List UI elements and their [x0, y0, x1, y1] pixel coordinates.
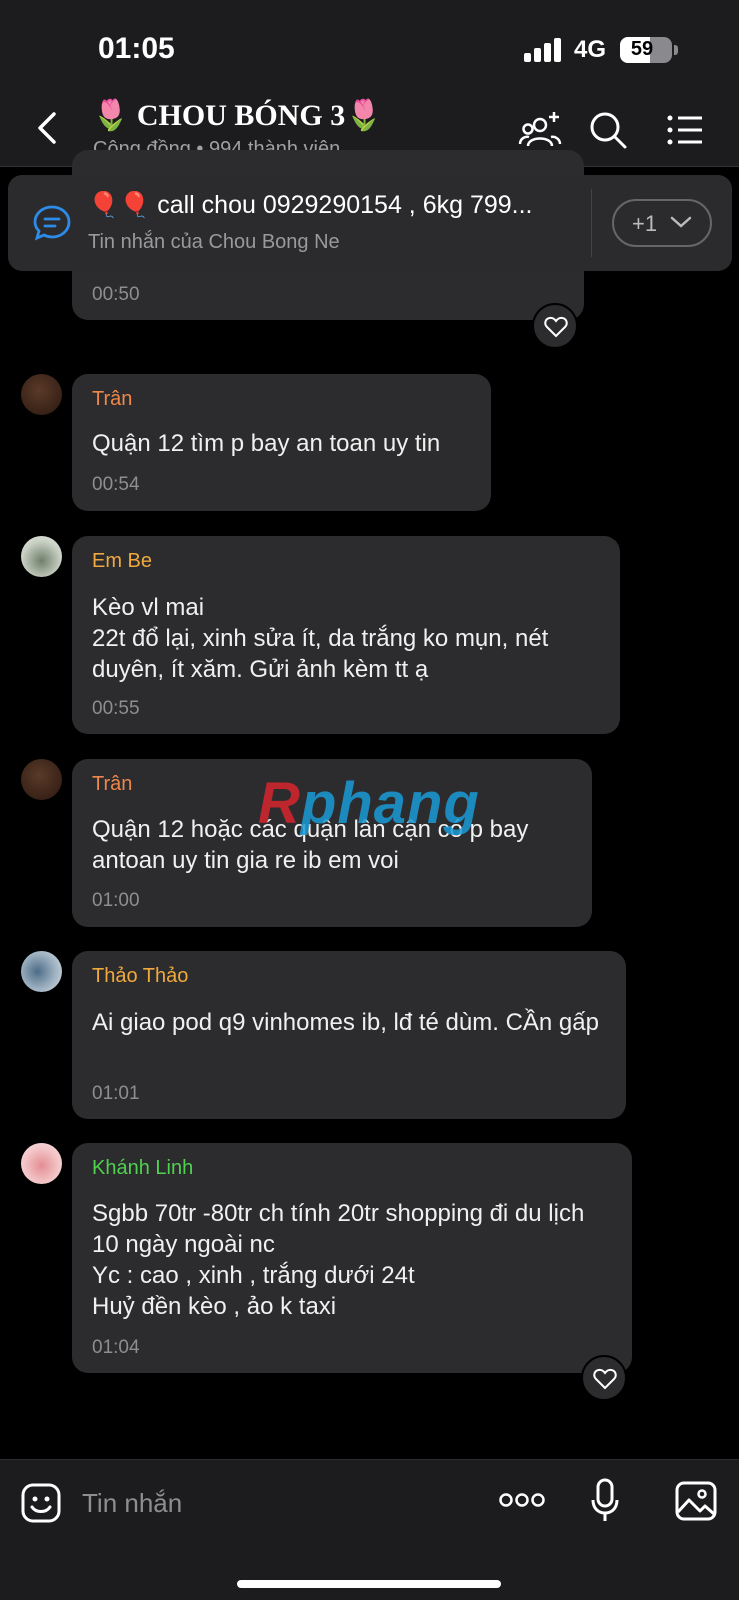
avatar[interactable]: [21, 951, 62, 992]
message-bubble[interactable]: Thảo Thảo Ai giao pod q9 vinhomes ib, lđ…: [72, 951, 626, 1119]
sender-name[interactable]: Khánh Linh: [92, 1157, 193, 1180]
pinned-author: Tin nhắn của Chou Bong Ne: [88, 231, 340, 253]
message-time: 01:04: [92, 1337, 140, 1358]
status-time: 01:05: [98, 32, 175, 65]
battery-level: 59: [630, 38, 654, 60]
message-text: Ai giao pod q9 vinhomes ib, lđ té dùm. C…: [92, 1009, 599, 1036]
message-time: 00:54: [92, 474, 140, 495]
watermark-logo: Rphang: [258, 771, 480, 836]
sender-name[interactable]: Thảo Thảo: [92, 965, 188, 988]
pinned-text: 🎈🎈 call chou 0929290154 , 6kg 799...: [88, 191, 533, 219]
sender-name[interactable]: Em Be: [92, 550, 152, 573]
message-time: 01:00: [92, 890, 140, 911]
menu-list-icon[interactable]: [664, 108, 708, 152]
add-member-icon[interactable]: [518, 108, 562, 152]
heart-icon: [544, 316, 568, 338]
search-icon[interactable]: [586, 108, 630, 152]
microphone-icon[interactable]: [590, 1478, 620, 1524]
status-bar: 01:05 4G 59: [0, 0, 739, 92]
message-time: 00:55: [92, 698, 140, 719]
react-heart-button[interactable]: [532, 303, 578, 349]
avatar[interactable]: [21, 1143, 62, 1184]
message-bubble[interactable]: Em Be Kèo vl mai 22t đổ lại, xinh sửa ít…: [72, 536, 620, 734]
message-input[interactable]: Tin nhắn: [82, 1488, 182, 1519]
react-heart-button[interactable]: [581, 1355, 627, 1401]
message-bubble[interactable]: Trân Quận 12 tìm p bay an toan uy tin 00…: [72, 374, 491, 511]
pinned-message-bar[interactable]: 🎈🎈 call chou 0929290154 , 6kg 799... Tin…: [8, 175, 732, 271]
divider: [591, 189, 592, 257]
message-text: Kèo vl mai 22t đổ lại, xinh sửa ít, da t…: [92, 594, 549, 683]
more-pinned-button[interactable]: +1: [612, 199, 712, 247]
message-time: 00:50: [92, 284, 140, 305]
battery-icon: 59: [620, 37, 672, 63]
image-gallery-icon[interactable]: [674, 1480, 718, 1522]
sticker-icon[interactable]: [20, 1482, 62, 1524]
heart-icon: [593, 1368, 617, 1390]
avatar[interactable]: [21, 374, 62, 415]
chat-bubble-icon: [33, 205, 71, 241]
home-indicator: [237, 1580, 501, 1588]
signal-icon: [524, 38, 561, 62]
message-composer: Tin nhắn: [0, 1459, 739, 1600]
back-icon[interactable]: [34, 110, 62, 146]
group-title[interactable]: 🌷 CHOU BÓNG 3🌷: [92, 98, 383, 133]
sender-name[interactable]: Trân: [92, 773, 132, 796]
message-text: Sgbb 70tr -80tr ch tính 20tr shopping đi…: [92, 1200, 585, 1320]
avatar[interactable]: [21, 759, 62, 800]
more-options-icon[interactable]: [498, 1492, 546, 1508]
avatar[interactable]: [21, 536, 62, 577]
message-bubble[interactable]: Khánh Linh Sgbb 70tr -80tr ch tính 20tr …: [72, 1143, 632, 1373]
message-text: Quận 12 tìm p bay an toan uy tin: [92, 430, 441, 457]
network-type: 4G: [574, 36, 607, 63]
sender-name[interactable]: Trân: [92, 388, 132, 411]
more-pinned-count: +1: [632, 211, 658, 236]
chevron-down-icon: [670, 216, 692, 228]
message-time: 01:01: [92, 1083, 140, 1104]
